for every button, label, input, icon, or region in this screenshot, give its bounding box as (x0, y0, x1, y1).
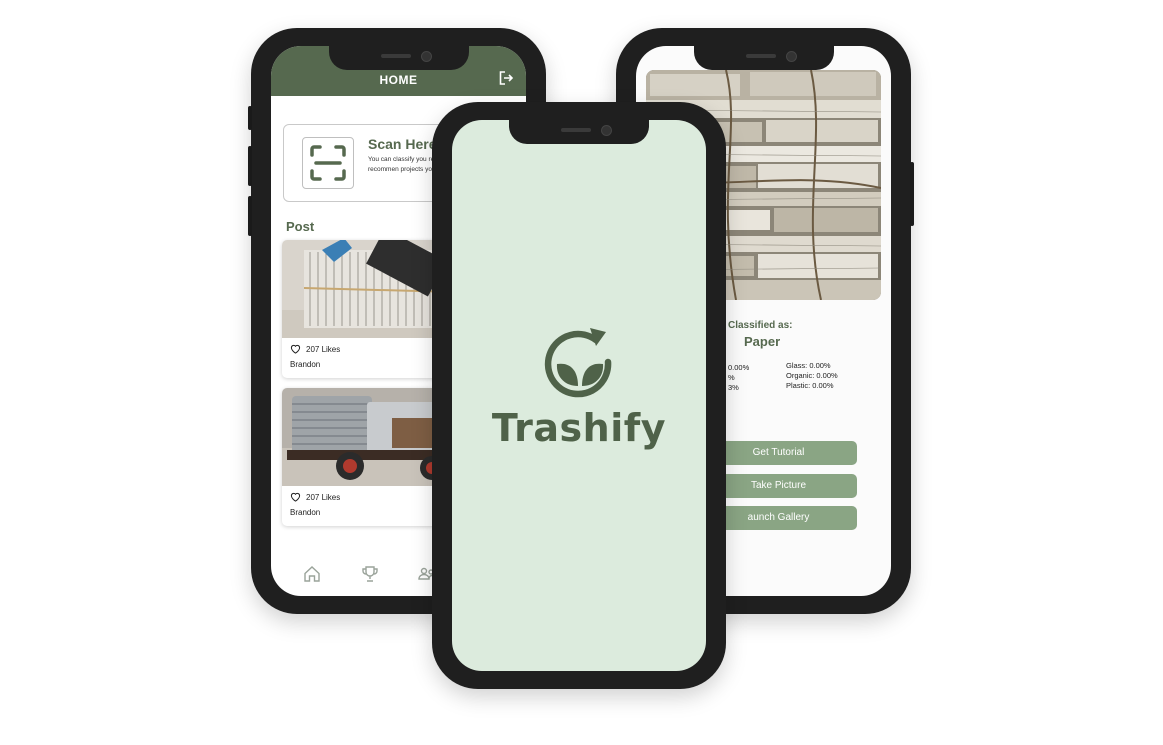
splash-screen: Trashify (452, 120, 706, 671)
scan-title: Scan Here (368, 136, 437, 152)
trashify-logo-icon (544, 328, 612, 398)
post-author: Brandon (290, 508, 321, 517)
scan-icon (302, 137, 354, 189)
likes-count: 207 Likes (306, 492, 341, 502)
post-section-label: Post (286, 219, 315, 234)
likes-row: 207 Likes (290, 344, 340, 354)
likes-row: 207 Likes (290, 492, 340, 502)
probability-left-2: % (728, 373, 735, 382)
volume-up-button (248, 146, 252, 186)
notch (693, 46, 834, 70)
classified-value: Paper (744, 334, 781, 349)
probability-plastic: Plastic: 0.00% (786, 381, 834, 390)
notch (509, 120, 649, 144)
probability-left-3: 3% (728, 383, 739, 392)
probability-left-1: 0.00% (728, 363, 750, 372)
brand-name: Trashify (491, 406, 667, 450)
volume-down-button (248, 196, 252, 236)
page-title: HOME (379, 73, 418, 87)
heart-icon[interactable] (290, 344, 301, 354)
heart-icon[interactable] (290, 492, 301, 502)
logout-icon[interactable] (498, 70, 514, 86)
side-button (248, 106, 252, 130)
likes-count: 207 Likes (306, 344, 341, 354)
splash-phone: Trashify (432, 102, 726, 689)
probability-glass: Glass: 0.00% (786, 361, 831, 370)
probability-organic: Organic: 0.00% (786, 371, 838, 380)
power-button (910, 162, 914, 226)
notch (328, 46, 469, 70)
post-author: Brandon (290, 360, 321, 369)
home-icon[interactable] (302, 564, 322, 584)
trophy-icon[interactable] (360, 564, 380, 584)
classified-label: Classified as: (728, 320, 793, 331)
